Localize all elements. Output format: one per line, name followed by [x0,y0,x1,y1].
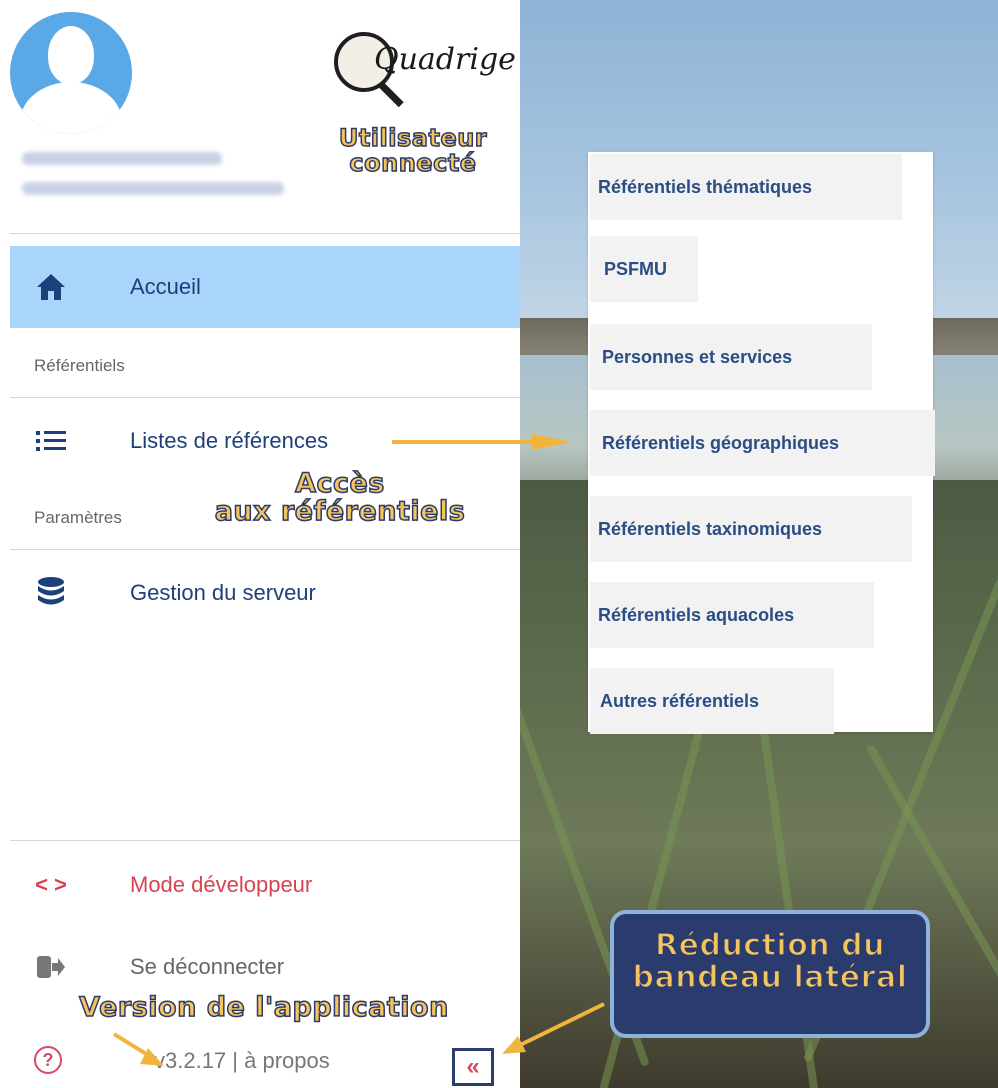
sidebar: Quadrige Utilisateur connecté Accueil Ré… [0,0,520,1088]
divider [10,397,520,398]
nav-label-listes: Listes de références [130,428,329,453]
divider [10,840,520,841]
list-icon [34,424,68,458]
nav-item-gestion[interactable]: Gestion du serveur [10,552,520,634]
version-caption: Version de l'application [78,992,449,1023]
nav-label-gestion: Gestion du serveur [130,580,316,605]
access-caption: Accès aux référentiels [214,468,466,528]
dropdown-item[interactable]: Référentiels thématiques [590,154,902,220]
dropdown-item[interactable]: Référentiels taxinomiques [590,496,912,562]
collapse-arrow [502,1002,605,1054]
double-chevron-left-icon: « [466,1053,480,1080]
home-icon [34,270,68,304]
version-arrow [112,1032,164,1066]
nav-item-accueil[interactable]: Accueil [10,246,520,328]
user-caption: Utilisateur connecté [338,124,488,178]
logout-icon [34,950,68,984]
access-arrow-head [532,434,572,450]
divider [10,233,520,234]
collapse-caption: Réduction du bandeau latéral [632,928,908,995]
dropdown-item[interactable]: Autres référentiels [590,668,834,734]
dropdown-item[interactable]: PSFMU [590,236,698,302]
dropdown-item[interactable]: Référentiels aquacoles [590,582,874,648]
referentiels-dropdown: Référentiels thématiques PSFMU Personnes… [588,152,935,734]
logout-label: Se déconnecter [130,954,285,979]
section-referentiels: Référentiels [34,356,125,375]
access-arrow [392,440,544,444]
code-icon: < > [35,872,67,897]
user-avatar[interactable] [10,12,132,134]
dropdown-item[interactable]: Personnes et services [590,324,872,390]
dropdown-item[interactable]: Référentiels géographiques [590,410,935,476]
version-label: v3.2.17 | à propos [154,1048,330,1073]
database-icon [34,576,68,610]
user-name-blurred [22,152,222,165]
section-parametres: Paramètres [34,508,122,527]
help-icon: ? [34,1046,62,1074]
about-item[interactable]: ? v3.2.17 | à propos [10,1040,440,1088]
nav-label-accueil: Accueil [130,274,201,299]
divider [10,549,520,550]
app-logo: Quadrige [330,28,516,108]
collapse-sidebar-button[interactable]: « [452,1048,494,1086]
dev-mode-label: Mode développeur [130,872,313,897]
user-email-blurred [22,182,284,195]
collapse-callout: Réduction du bandeau latéral [610,910,930,1038]
logo-text: Quadrige [374,42,516,77]
dev-mode-item[interactable]: < > Mode développeur [10,844,520,926]
